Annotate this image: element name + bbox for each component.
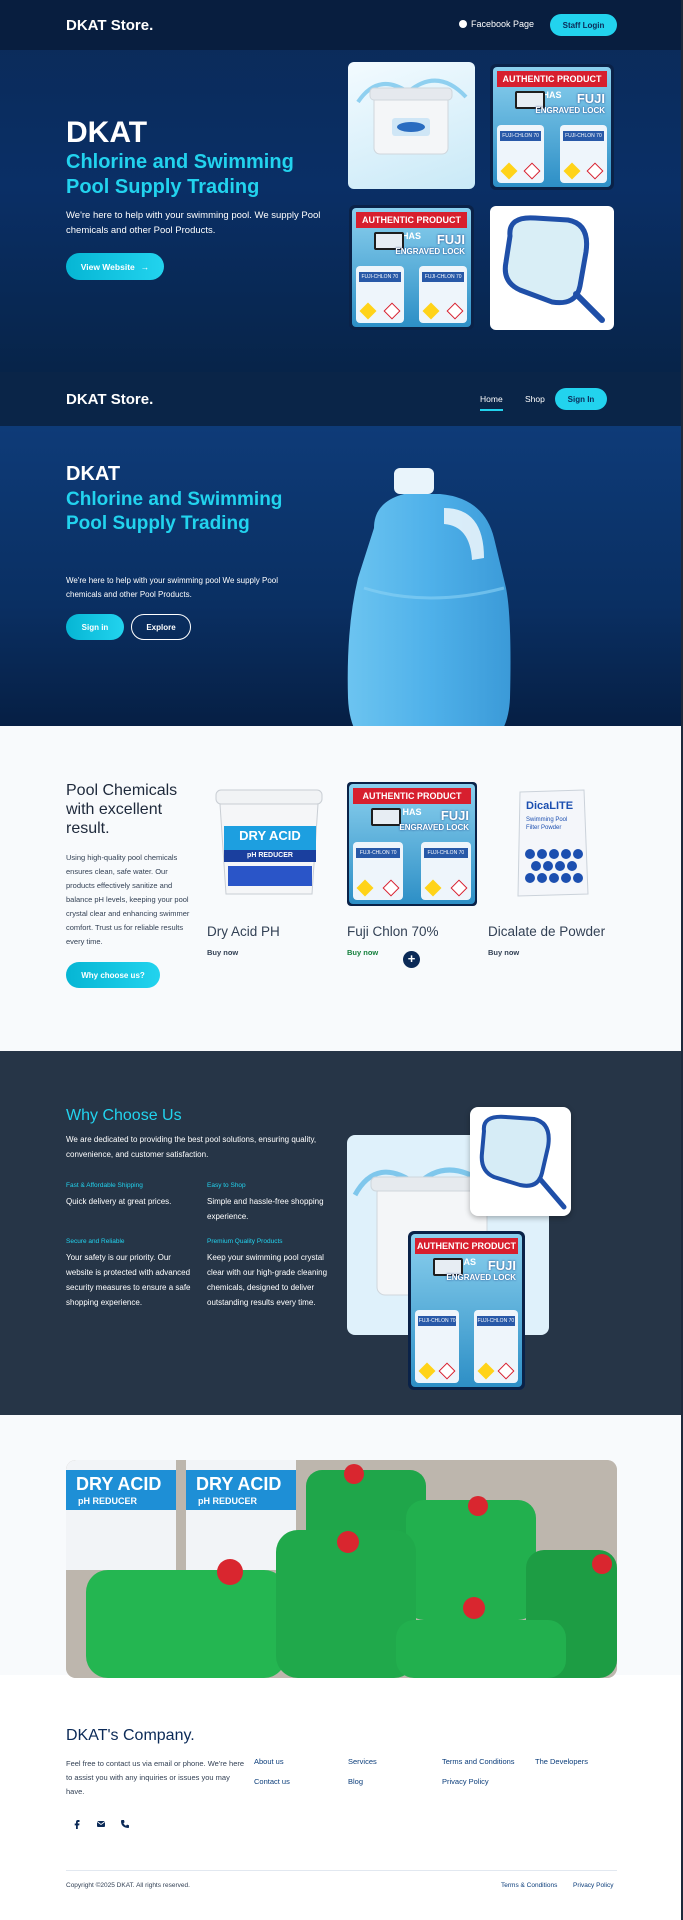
why-skimmer-image [470,1107,571,1216]
footer-description: Feel free to contact us via email or pho… [66,1759,245,1796]
chlorine-gallon-image [347,468,511,756]
feature-text: Keep your swimming pool crystal clear wi… [207,1253,328,1307]
products-heading: Pool Chemicals with excellent result. [66,782,178,837]
product-image-dry-acid[interactable]: DRY ACID pH REDUCER [206,782,334,906]
hero-sign-in-button[interactable]: Sign in [66,614,124,640]
buy-now-link[interactable]: Buy now [347,948,378,957]
nav-shop[interactable]: Shop [525,394,545,404]
hero2-subtitle: Chlorine and Swimming Pool Supply Tradin… [66,489,283,534]
chlorine-bucket-image [356,78,468,155]
footer-link-blog[interactable]: Blog [348,1777,363,1786]
facebook-page-link[interactable]: Facebook Page [459,19,534,29]
copyright-text: Copyright ©2025 DKAT. All rights reserve… [66,1882,190,1889]
product-tile-fuji-1[interactable]: AUTHENTIC PRODUCT HAS FUJI ENGRAVED LOCK… [490,64,614,190]
nav-home[interactable]: Home [480,394,503,411]
why-choose-us-section [0,1051,683,1415]
product-name[interactable]: Dry Acid PH [207,924,280,939]
product-image-fuji-chlon[interactable]: AUTHENTIC PRODUCT HAS FUJI ENGRAVED LOCK… [347,782,477,906]
fuji-chlon-image: AUTHENTIC PRODUCT HAS FUJI ENGRAVED LOCK… [352,208,471,327]
product-name[interactable]: Fuji Chlon 70% [347,924,439,939]
product-tile-skimmer[interactable] [490,206,614,330]
product-tile-bucket[interactable] [348,62,475,189]
buy-now-link[interactable]: Buy now [488,948,519,957]
email-icon[interactable] [95,1818,107,1830]
feature-title: Easy to Shop [207,1182,246,1189]
arrow-right-icon: → [140,261,150,272]
explore-button[interactable]: Explore [131,614,191,640]
facebook-icon[interactable] [71,1818,83,1830]
why-heading: Why Choose Us [66,1107,182,1124]
hero2-description: We're here to help with your swimming po… [66,576,278,599]
chemical-containers-photo: DRY ACID pH REDUCER DRY ACID pH REDUCER [66,1460,617,1678]
why-description: We are dedicated to providing the best p… [66,1135,317,1159]
hero2-title: DKAT [66,463,121,485]
feature-title: Premium Quality Products [207,1238,283,1245]
feature-text: Simple and hassle-free shopping experien… [207,1197,324,1221]
why-fuji-image: AUTHENTIC PRODUCT HAS FUJI ENGRAVED LOCK… [408,1231,525,1390]
pool-skimmer-image [502,215,605,323]
footer-link-contact[interactable]: Contact us [254,1777,290,1786]
footer-company-name: DKAT's Company. [66,1727,195,1744]
add-to-cart-icon[interactable]: + [403,951,420,968]
feature-title: Fast & Affordable Shipping [66,1182,143,1189]
feature-text: Your safety is our priority. Our website… [66,1253,191,1307]
fuji-chlon-image: AUTHENTIC PRODUCT HAS FUJI ENGRAVED LOCK… [493,67,611,187]
bottom-privacy-link[interactable]: Privacy Policy [573,1882,613,1889]
staff-login-button[interactable]: Staff Login [550,14,617,36]
feature-text: Quick delivery at great prices. [66,1197,172,1206]
hero-subtitle: Chlorine and Swimming Pool Supply Tradin… [66,151,294,198]
top-navbar: DKAT Store. Facebook Page Staff Login [0,0,683,50]
products-description: Using high-quality pool chemicals ensure… [66,853,190,946]
phone-icon[interactable] [119,1818,131,1830]
buy-now-link[interactable]: Buy now [207,948,238,957]
footer-link-terms[interactable]: Terms and Conditions [442,1757,515,1766]
nav-sign-in-button[interactable]: Sign In [555,388,607,410]
bottom-terms-link[interactable]: Terms & Conditions [501,1882,557,1889]
brand-logo[interactable]: DKAT Store. [66,391,153,408]
footer-link-about[interactable]: About us [254,1757,284,1766]
footer-link-privacy[interactable]: Privacy Policy [442,1777,489,1786]
view-website-button[interactable]: View Website → [66,253,164,280]
hero-description: We're here to help with your swimming po… [66,210,321,236]
brand-logo[interactable]: DKAT Store. [66,17,153,34]
feature-title: Secure and Reliable [66,1238,125,1245]
footer-divider [66,1870,617,1871]
product-image-dicalite[interactable]: DicaLITE Swimming Pool Filter Powder [488,782,616,906]
product-tile-fuji-2[interactable]: AUTHENTIC PRODUCT HAS FUJI ENGRAVED LOCK… [349,205,474,330]
footer-link-developers[interactable]: The Developers [535,1757,588,1766]
hero-title: DKAT [66,116,148,149]
footer-link-services[interactable]: Services [348,1757,377,1766]
why-choose-us-button[interactable]: Why choose us? [66,962,160,988]
product-name[interactable]: Dicalate de Powder [488,924,605,939]
facebook-icon [459,20,467,28]
